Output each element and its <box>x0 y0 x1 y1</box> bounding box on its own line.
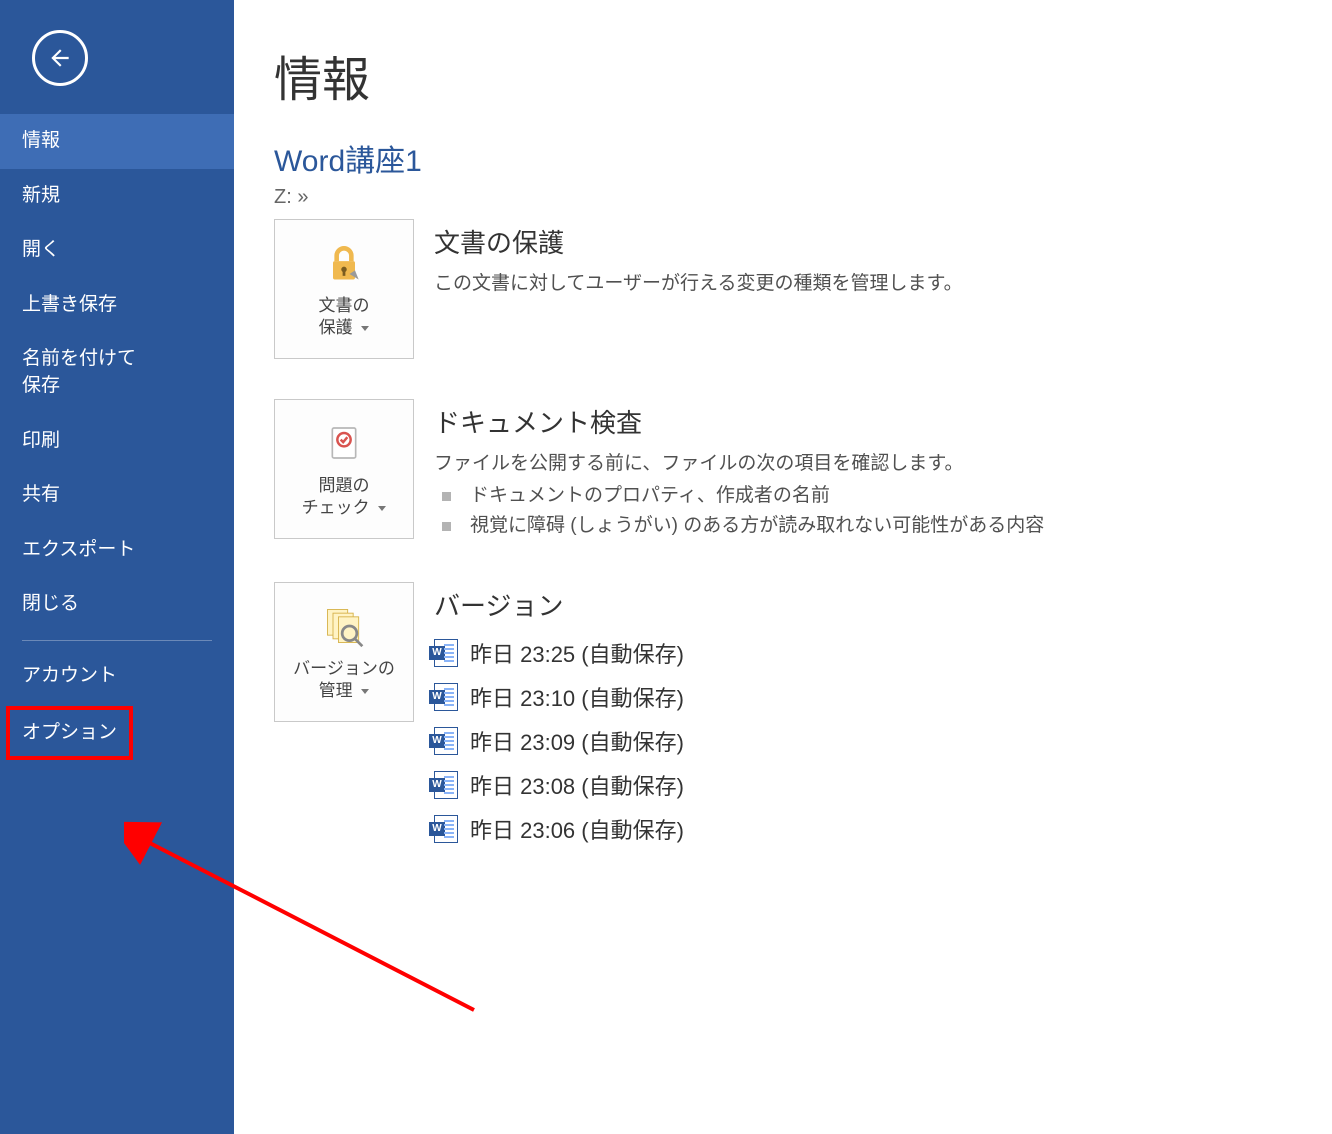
tile-label: バージョンの 管理 <box>293 659 395 700</box>
inspect-section: 問題の チェック ドキュメント検査 ファイルを公開する前に、ファイルの次の項目を… <box>274 399 1292 542</box>
nav-item-share[interactable]: 共有 <box>0 468 234 523</box>
lock-icon <box>320 239 368 287</box>
version-list: 昨日 23:25 (自動保存) 昨日 23:10 (自動保存) 昨日 23:09… <box>434 631 1292 851</box>
nav-label: オプション <box>22 722 117 743</box>
version-item[interactable]: 昨日 23:25 (自動保存) <box>434 631 1292 675</box>
nav-item-new[interactable]: 新規 <box>0 169 234 224</box>
tile-label: 問題の チェック <box>302 476 370 517</box>
chevron-down-icon <box>378 506 386 511</box>
nav-item-export[interactable]: エクスポート <box>0 523 234 578</box>
page-title: 情報 <box>274 40 1292 110</box>
nav-label: 情報 <box>22 130 60 151</box>
check-issues-button[interactable]: 問題の チェック <box>274 399 414 539</box>
version-label: 昨日 23:08 (自動保存) <box>470 769 684 801</box>
main-content: 情報 Word講座1 Z: » 文書の 保護 文書の保護 この文書に対してユーザ… <box>234 0 1332 1134</box>
nav-label: 共有 <box>22 484 60 505</box>
protect-section: 文書の 保護 文書の保護 この文書に対してユーザーが行える変更の種類を管理します… <box>274 219 1292 359</box>
inspect-heading: ドキュメント検査 <box>434 403 1292 440</box>
version-label: 昨日 23:09 (自動保存) <box>470 725 684 757</box>
version-item[interactable]: 昨日 23:08 (自動保存) <box>434 763 1292 807</box>
nav-item-close[interactable]: 閉じる <box>0 577 234 632</box>
inspect-bullet: 視覚に障碍 (しょうがい) のある方が読み取れない可能性がある内容 <box>434 511 1292 541</box>
word-doc-icon <box>434 815 458 843</box>
inspect-bullets: ドキュメントのプロパティ、作成者の名前 視覚に障碍 (しょうがい) のある方が読… <box>434 481 1292 542</box>
word-doc-icon <box>434 727 458 755</box>
document-check-icon <box>320 419 368 467</box>
nav-label: 閉じる <box>22 593 79 614</box>
nav-item-account[interactable]: アカウント <box>0 649 234 704</box>
version-item[interactable]: 昨日 23:10 (自動保存) <box>434 675 1292 719</box>
nav-label: 新規 <box>22 185 60 206</box>
version-item[interactable]: 昨日 23:09 (自動保存) <box>434 719 1292 763</box>
nav-label: エクスポート <box>22 539 135 560</box>
version-label: 昨日 23:06 (自動保存) <box>470 813 684 845</box>
arrow-left-icon <box>47 45 73 71</box>
versions-section: バージョンの 管理 バージョン 昨日 23:25 (自動保存) 昨日 23:10… <box>274 582 1292 851</box>
protect-document-button[interactable]: 文書の 保護 <box>274 219 414 359</box>
protect-desc: この文書に対してユーザーが行える変更の種類を管理します。 <box>434 268 1292 295</box>
chevron-down-icon <box>361 689 369 694</box>
back-button[interactable] <box>32 30 88 86</box>
nav-label: 名前を付けて 保存 <box>22 348 136 396</box>
manage-versions-button[interactable]: バージョンの 管理 <box>274 582 414 722</box>
protect-heading: 文書の保護 <box>434 223 1292 260</box>
nav-label: 上書き保存 <box>22 294 117 315</box>
word-doc-icon <box>434 683 458 711</box>
chevron-down-icon <box>361 326 369 331</box>
nav-label: 印刷 <box>22 430 60 451</box>
nav-item-save-as[interactable]: 名前を付けて 保存 <box>0 332 234 413</box>
document-path: Z: » <box>274 186 1292 209</box>
inspect-desc: ファイルを公開する前に、ファイルの次の項目を確認します。 <box>434 448 1292 475</box>
nav-label: 開く <box>22 239 60 260</box>
document-title: Word講座1 <box>274 136 1292 180</box>
word-doc-icon <box>434 639 458 667</box>
backstage-sidebar: 情報 新規 開く 上書き保存 名前を付けて 保存 印刷 共有 エクスポート 閉じ… <box>0 0 234 1134</box>
nav-divider <box>22 640 212 641</box>
version-label: 昨日 23:10 (自動保存) <box>470 681 684 713</box>
versions-heading: バージョン <box>434 586 1292 623</box>
nav-item-print[interactable]: 印刷 <box>0 414 234 469</box>
version-item[interactable]: 昨日 23:06 (自動保存) <box>434 807 1292 851</box>
version-label: 昨日 23:25 (自動保存) <box>470 637 684 669</box>
inspect-bullet: ドキュメントのプロパティ、作成者の名前 <box>434 481 1292 511</box>
word-doc-icon <box>434 771 458 799</box>
nav-item-options[interactable]: オプション <box>6 706 133 761</box>
nav-label: アカウント <box>22 665 117 686</box>
nav-item-save[interactable]: 上書き保存 <box>0 278 234 333</box>
nav-item-info[interactable]: 情報 <box>0 114 234 169</box>
versions-icon <box>320 602 368 650</box>
nav-item-open[interactable]: 開く <box>0 223 234 278</box>
